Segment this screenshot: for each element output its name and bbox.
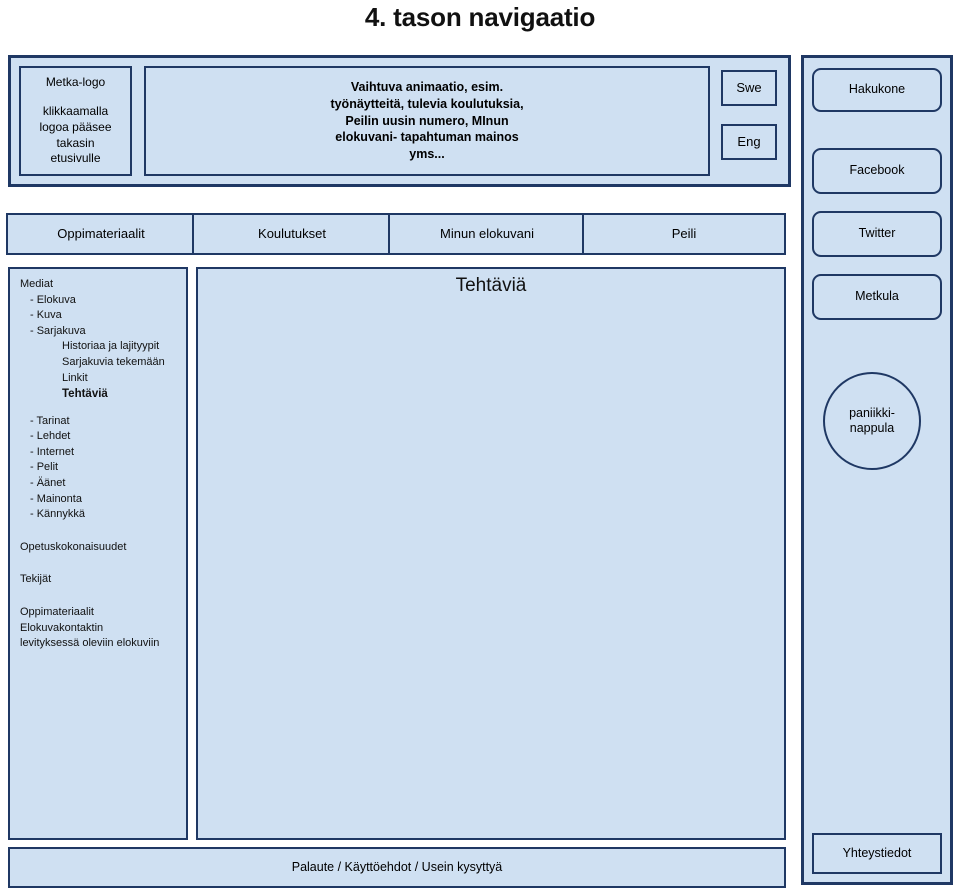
- menu-item-pelit[interactable]: - Pelit: [20, 460, 186, 476]
- animation-line: Vaihtuva animaatio, esim.: [350, 79, 504, 94]
- menu-spacer: [20, 523, 186, 540]
- menu-item-tekijat[interactable]: Tekijät: [20, 572, 186, 588]
- menu-item-tehtavia-active[interactable]: Tehtäviä: [20, 386, 186, 402]
- primary-navigation: Oppimateriaalit Koulutukset Minun elokuv…: [6, 213, 786, 255]
- language-button-swe-label: Swe: [736, 79, 762, 95]
- panic-button-label-line1: paniikki-: [849, 406, 895, 420]
- menu-item-aanet[interactable]: - Äänet: [20, 476, 186, 492]
- logo-box[interactable]: Metka-logo klikkaamalla logoa pääsee tak…: [19, 66, 132, 176]
- menu-item-sarjakuva[interactable]: - Sarjakuva: [20, 324, 186, 340]
- menu-item-lehdet[interactable]: - Lehdet: [20, 429, 186, 445]
- animation-line: elokuvani- tapahtuman mainos: [335, 130, 519, 145]
- animation-banner-text: Vaihtuva animaatio, esim. työnäytteitä, …: [330, 79, 523, 163]
- menu-item-elokuvakontaktin[interactable]: Elokuvakontaktin: [20, 621, 186, 637]
- tab-minun-elokuvani-label: Minun elokuvani: [440, 225, 534, 241]
- menu-spacer: [20, 588, 186, 605]
- tab-koulutukset-label: Koulutukset: [258, 225, 326, 241]
- tab-oppimateriaalit[interactable]: Oppimateriaalit: [6, 213, 196, 255]
- menu-item-kuva[interactable]: - Kuva: [20, 308, 186, 324]
- logo-subtitle-line: takasin: [56, 135, 95, 150]
- menu-item-mediat[interactable]: Mediat: [20, 277, 186, 293]
- rail-button-twitter[interactable]: Twitter: [812, 211, 942, 257]
- tab-koulutukset[interactable]: Koulutukset: [192, 213, 392, 255]
- menu-item-opetuskokonaisuudet[interactable]: Opetuskokonaisuudet: [20, 540, 186, 556]
- rail-button-hakukone[interactable]: Hakukone: [812, 68, 942, 112]
- animation-line: työnäytteitä, tulevia koulutuksia,: [330, 96, 524, 111]
- menu-spacer: [20, 403, 186, 414]
- logo-subtitle-line: klikkaamalla: [42, 103, 109, 118]
- animation-line: Peilin uusin numero, MInun: [345, 113, 509, 128]
- menu-item-kannykka[interactable]: - Kännykkä: [20, 507, 186, 523]
- tab-peili-label: Peili: [671, 225, 697, 241]
- logo-title: Metka-logo: [45, 74, 106, 89]
- logo-subtitle: klikkaamalla logoa pääsee takasin etusiv…: [39, 104, 111, 167]
- footer-links-label: Palaute / Käyttöehdot / Usein kysyttyä: [291, 859, 503, 874]
- tab-oppimateriaalit-label: Oppimateriaalit: [57, 225, 145, 241]
- logo-subtitle-line: logoa pääsee: [39, 119, 112, 134]
- rail-button-facebook[interactable]: Facebook: [812, 148, 942, 194]
- menu-item-tarinat[interactable]: - Tarinat: [20, 414, 186, 430]
- menu-item-mainonta[interactable]: - Mainonta: [20, 492, 186, 508]
- rail-button-facebook-label: Facebook: [849, 163, 905, 178]
- menu-item-elokuva[interactable]: - Elokuva: [20, 293, 186, 309]
- language-button-eng-label: Eng: [737, 133, 761, 149]
- menu-spacer: [20, 555, 186, 572]
- secondary-navigation-menu: Mediat - Elokuva - Kuva - Sarjakuva Hist…: [8, 267, 188, 840]
- main-content-area: [196, 267, 786, 840]
- footer-links-bar[interactable]: Palaute / Käyttöehdot / Usein kysyttyä: [8, 847, 786, 888]
- rail-button-twitter-label: Twitter: [858, 226, 896, 241]
- tab-minun-elokuvani[interactable]: Minun elokuvani: [388, 213, 586, 255]
- menu-item-oppimateriaalit[interactable]: Oppimateriaalit: [20, 605, 186, 621]
- menu-item-historiaa-ja-lajityypit[interactable]: Historiaa ja lajityypit: [20, 339, 186, 355]
- logo-subtitle-line: etusivulle: [50, 151, 101, 166]
- tab-peili[interactable]: Peili: [582, 213, 786, 255]
- menu-item-linkit[interactable]: Linkit: [20, 371, 186, 387]
- page-title: 4. tason navigaatio: [364, 2, 596, 32]
- rail-button-hakukone-label: Hakukone: [848, 82, 906, 97]
- menu-item-levityksessa-oleviin-elokuviin[interactable]: levityksessä oleviin elokuviin: [20, 636, 186, 652]
- contact-button-label: Yhteystiedot: [842, 845, 912, 860]
- rail-button-metkula-label: Metkula: [855, 289, 899, 304]
- menu-item-sarjakuvia-tekemaan[interactable]: Sarjakuvia tekemään: [20, 355, 186, 371]
- menu-item-internet[interactable]: - Internet: [20, 445, 186, 461]
- language-button-swe[interactable]: Swe: [721, 70, 777, 106]
- rail-button-metkula[interactable]: Metkula: [812, 274, 942, 320]
- animation-line: yms...: [409, 147, 445, 162]
- panic-button-label-line2: nappula: [849, 421, 895, 435]
- main-content-heading: Tehtäviä: [455, 275, 527, 296]
- panic-button[interactable]: paniikki- nappula: [823, 372, 921, 470]
- contact-button[interactable]: Yhteystiedot: [812, 833, 942, 874]
- animation-banner[interactable]: Vaihtuva animaatio, esim. työnäytteitä, …: [144, 66, 710, 176]
- language-button-eng[interactable]: Eng: [721, 124, 777, 160]
